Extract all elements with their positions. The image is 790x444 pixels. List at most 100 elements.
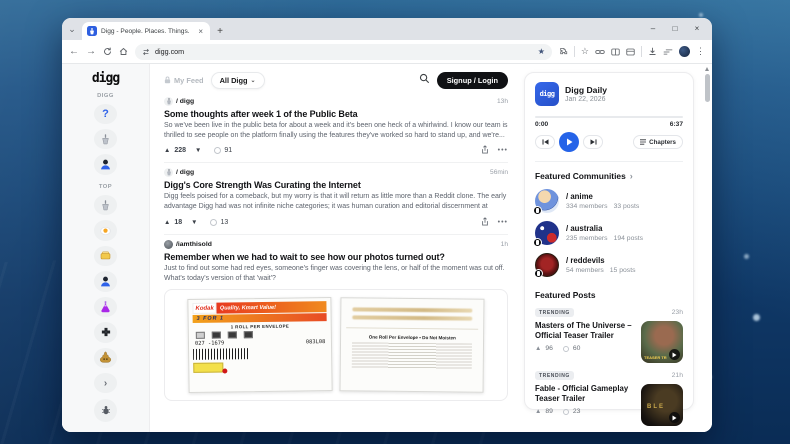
home-icon[interactable] <box>119 47 128 56</box>
sidebar-section-top: TOP <box>99 184 112 190</box>
menu-icon[interactable]: ⋮ <box>696 46 705 57</box>
potion-flask-icon[interactable] <box>94 297 117 317</box>
expand-sidebar-button[interactable]: › <box>94 373 117 393</box>
tab-close-icon[interactable]: × <box>196 27 205 36</box>
anime-community-avatar <box>535 189 559 213</box>
minimize-button[interactable]: – <box>642 18 664 40</box>
bug-report-icon[interactable] <box>94 399 117 422</box>
browser-tab[interactable]: Digg - People. Places. Things. × <box>82 22 210 40</box>
more-options-icon[interactable]: ••• <box>498 219 508 226</box>
comments-button[interactable]: 13 <box>210 219 228 226</box>
featured-post-row[interactable]: TRENDING 21h Fable - Official Gameplay T… <box>535 371 683 426</box>
window-close-button[interactable]: × <box>686 18 708 40</box>
play-button[interactable] <box>559 132 579 152</box>
community-name[interactable]: / digg <box>176 98 194 105</box>
scrollbar-thumb[interactable] <box>705 74 710 102</box>
player-title: Digg Daily <box>565 85 607 95</box>
page-scrollbar[interactable] <box>703 65 711 431</box>
community-name[interactable]: /iamthisold <box>176 241 212 248</box>
video-thumbnail[interactable]: BLE <box>641 384 683 426</box>
more-options-icon[interactable]: ••• <box>498 147 508 154</box>
community-name[interactable]: / digg <box>176 169 194 176</box>
comment-icon <box>214 147 221 154</box>
fine-print <box>352 342 473 369</box>
signup-login-button[interactable]: Signup / Login <box>437 72 508 89</box>
share-icon[interactable] <box>481 217 489 228</box>
feed-filter-dropdown[interactable]: All Digg ⌄ <box>211 72 265 89</box>
post-title[interactable]: Remember when we had to wait to see how … <box>164 252 508 262</box>
upvote-icon[interactable]: ▲ <box>164 147 170 154</box>
post-image[interactable]: Kodak Quality, Kmart Value! 3 FOR 1 1 RO… <box>164 289 508 401</box>
post-title[interactable]: Digg's Core Strength Was Curating the In… <box>164 180 508 190</box>
reload-icon[interactable] <box>103 47 112 56</box>
forward-icon[interactable]: → <box>86 47 96 57</box>
downvote-icon[interactable]: ▼ <box>191 219 197 226</box>
save-box-icon[interactable] <box>626 43 635 61</box>
upvote-icon[interactable]: ▲ <box>535 408 541 415</box>
skip-forward-button[interactable] <box>583 135 603 149</box>
member-count: 334 members <box>566 203 608 210</box>
shovel-badge-icon <box>533 206 542 215</box>
new-tab-button[interactable]: + <box>210 22 230 40</box>
kodak-envelope-front: Kodak Quality, Kmart Value! 3 FOR 1 1 RO… <box>187 297 333 393</box>
address-bar[interactable]: digg.com ★ <box>135 44 552 60</box>
feed-post: / digg 13h Some thoughts after week 1 of… <box>164 92 508 163</box>
upvote-count: 96 <box>545 345 553 352</box>
thumbnail-label: BLE <box>647 404 665 410</box>
post-body: So we've been live in the public beta fo… <box>164 121 508 140</box>
post-meta: /iamthisold 1h <box>164 240 508 249</box>
game-controller-icon[interactable] <box>94 322 117 342</box>
reading-list-icon[interactable] <box>611 43 620 61</box>
star-outline-icon[interactable]: ☆ <box>581 47 589 56</box>
bookmark-star-icon[interactable]: ★ <box>538 47 545 56</box>
community-row[interactable]: / anime 334 members 33 posts <box>535 189 683 213</box>
site-info-icon[interactable] <box>142 43 150 61</box>
community-row[interactable]: / australia 235 members 194 posts <box>535 221 683 245</box>
back-icon[interactable]: ← <box>69 47 79 57</box>
share-icon[interactable] <box>481 145 489 156</box>
comments-button[interactable]: 91 <box>214 147 232 154</box>
diver-icon[interactable] <box>94 154 117 174</box>
download-icon[interactable] <box>648 43 657 61</box>
chevron-down-icon: ⌄ <box>68 24 76 35</box>
lock-icon <box>164 76 171 84</box>
downvote-icon[interactable]: ▼ <box>195 147 201 154</box>
chapters-button[interactable]: Chapters <box>633 135 683 149</box>
digg-daily-player: digg Digg Daily Jan 22, 2026 <box>535 82 683 106</box>
link-icon[interactable] <box>595 43 605 61</box>
maximize-button[interactable]: □ <box>664 18 686 40</box>
divider <box>535 161 683 162</box>
upvote-icon[interactable]: ▲ <box>535 345 541 352</box>
bokeh-dot <box>744 254 749 259</box>
tab-search-button[interactable]: ⌄ <box>62 18 82 40</box>
search-icon[interactable] <box>419 71 430 89</box>
skip-back-button[interactable] <box>535 135 555 149</box>
page-content: digg DIGG ? TOP <box>62 64 712 432</box>
fried-egg-icon[interactable] <box>94 220 117 240</box>
toolbar-icons: ☆ ⋮ <box>559 43 705 61</box>
upvote-icon[interactable]: ▲ <box>164 219 170 226</box>
shovel-icon[interactable] <box>94 195 117 215</box>
shovel-badge-icon <box>533 238 542 247</box>
video-thumbnail[interactable]: TEASER TR <box>641 321 683 363</box>
tab-strip: ⌄ Digg - People. Places. Things. × + – □… <box>62 18 712 40</box>
post-title[interactable]: Some thoughts after week 1 of the Public… <box>164 109 508 119</box>
featured-post-row[interactable]: TRENDING 23h Masters of The Universe – O… <box>535 308 683 363</box>
extensions-icon[interactable] <box>559 43 568 61</box>
scroll-up-arrow[interactable] <box>705 67 709 71</box>
digg-logo[interactable]: digg <box>92 71 119 86</box>
profile-avatar[interactable] <box>679 46 690 57</box>
featured-post-title[interactable]: Fable - Official Gameplay Teaser Trailer <box>535 384 635 404</box>
window-controls: – □ × <box>642 18 708 40</box>
community-row[interactable]: / reddevils 54 members 15 posts <box>535 253 683 277</box>
featured-communities-header[interactable]: Featured Communities › <box>535 171 683 181</box>
featured-post-title[interactable]: Masters of The Universe – Official Tease… <box>535 321 635 341</box>
question-icon[interactable]: ? <box>94 104 117 124</box>
poop-icon[interactable] <box>94 348 117 368</box>
progress-bar[interactable] <box>535 116 683 118</box>
butter-icon[interactable] <box>94 246 117 266</box>
diver-icon[interactable] <box>94 271 117 291</box>
shovel-icon[interactable] <box>94 129 117 149</box>
my-feed-tab[interactable]: My Feed <box>164 76 204 85</box>
media-controls-icon[interactable] <box>663 43 673 61</box>
